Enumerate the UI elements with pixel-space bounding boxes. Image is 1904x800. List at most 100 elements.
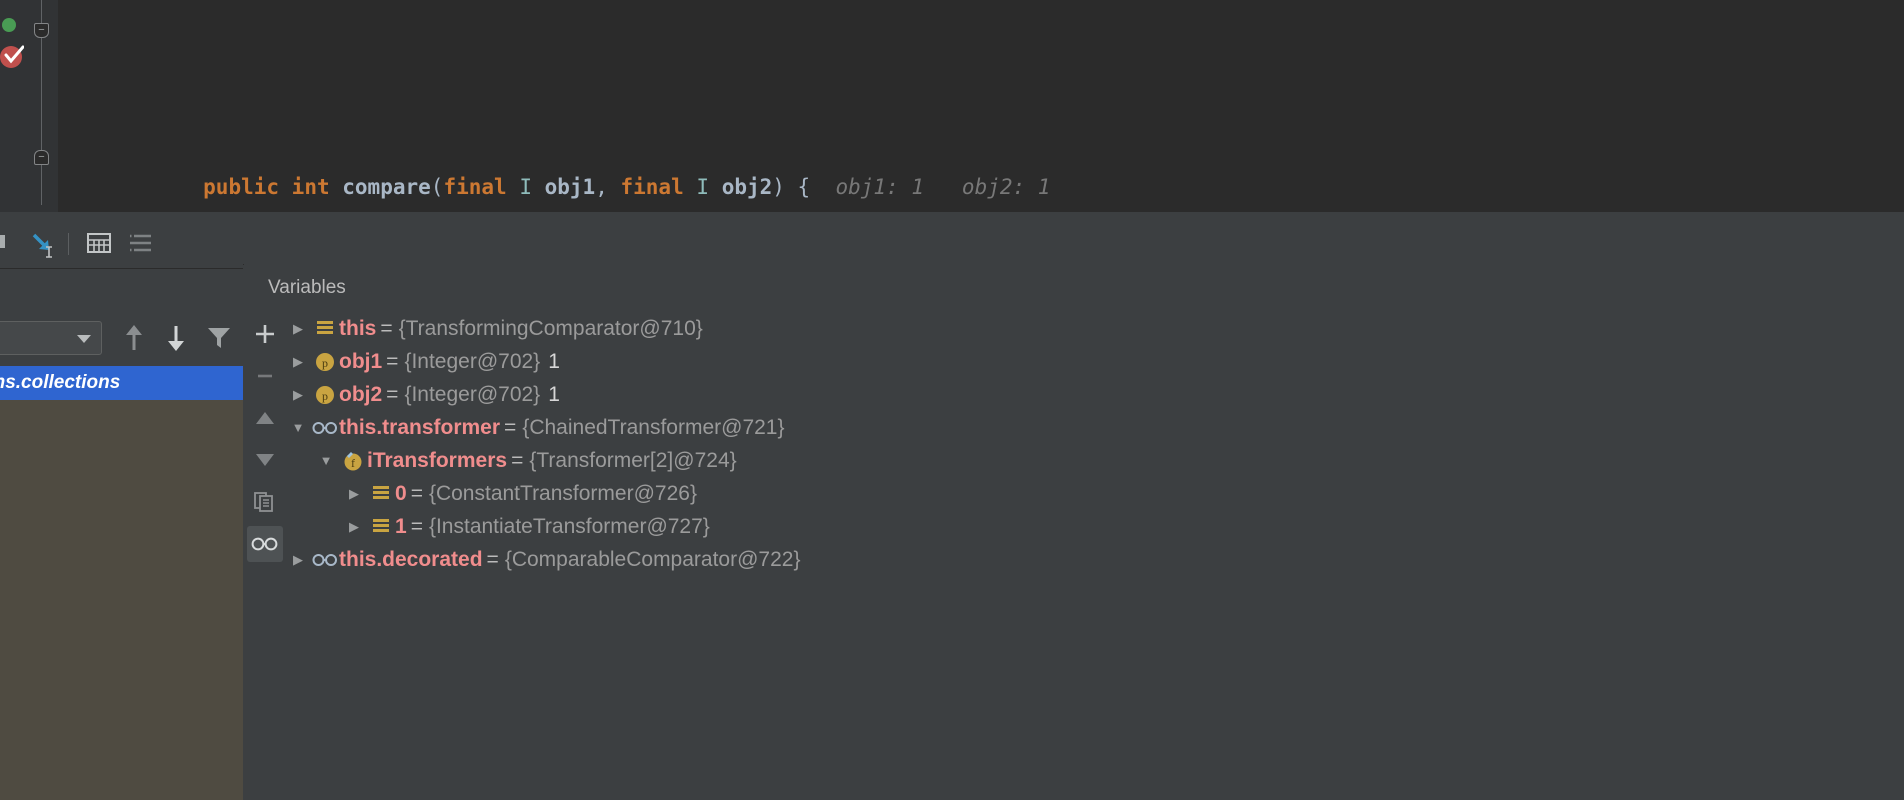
- field-icon: f: [339, 450, 367, 472]
- variable-name: this: [339, 317, 377, 340]
- chevron-down-icon: [77, 335, 91, 343]
- expand-twisty-icon[interactable]: ▶: [341, 477, 367, 510]
- variable-value: {TransformingComparator@710}: [398, 317, 703, 340]
- frames-up-button[interactable]: [118, 322, 150, 354]
- token-final-1: final: [443, 175, 507, 199]
- expand-twisty-icon[interactable]: ▶: [285, 345, 311, 378]
- token-final-2: final: [620, 175, 684, 199]
- collapse-twisty-icon[interactable]: ▼: [285, 411, 311, 444]
- copy-value-button[interactable]: [247, 484, 283, 520]
- token-obj2: obj2: [721, 175, 773, 199]
- variable-name: 1: [395, 515, 407, 538]
- editor-gutter[interactable]: − −: [0, 0, 58, 212]
- popup-row-1[interactable]: java.util): [0, 400, 243, 434]
- frames-panel[interactable]: che.commons.collections java.util) lect)…: [0, 268, 243, 800]
- variables-tab-label: Variables: [268, 277, 346, 298]
- step-into-icon[interactable]: [0, 227, 20, 261]
- popup-row-2[interactable]: [0, 434, 243, 468]
- expand-twisty-icon[interactable]: ▶: [285, 543, 311, 576]
- variable-name: this.decorated: [339, 548, 483, 571]
- sort-lines-icon[interactable]: [123, 227, 157, 261]
- table-row[interactable]: ▼ this.transformer = {ChainedTransformer…: [285, 411, 1904, 444]
- variable-name: iTransformers: [367, 449, 508, 472]
- collapse-twisty-icon[interactable]: ▼: [313, 444, 339, 477]
- equals-sign: =: [486, 548, 499, 571]
- expand-twisty-icon[interactable]: ▶: [285, 312, 311, 345]
- variable-value: {Transformer[2]@724}: [529, 449, 737, 472]
- popup-row-6[interactable]: ect): [0, 570, 243, 604]
- variable-value: {Integer@702}: [404, 383, 541, 406]
- add-watch-button[interactable]: [247, 316, 283, 352]
- move-watch-down-button[interactable]: [247, 442, 283, 478]
- equals-sign: =: [380, 317, 393, 340]
- move-watch-up-button[interactable]: [247, 400, 283, 436]
- popup-row-7[interactable]: .reflect): [0, 604, 243, 638]
- vcs-modified-icon[interactable]: [2, 18, 16, 32]
- remove-watch-button[interactable]: [247, 358, 283, 394]
- token-int: int: [291, 175, 330, 199]
- token-compare: compare: [342, 175, 431, 199]
- variable-value: {Integer@702}: [404, 350, 541, 373]
- table-row[interactable]: ▶ 0 = {ConstantTransformer@726}: [285, 477, 1904, 510]
- variable-name: obj1: [339, 350, 383, 373]
- equals-sign: =: [410, 482, 423, 505]
- parameter-icon: p: [311, 351, 339, 373]
- variable-extra: 1: [548, 383, 560, 406]
- equals-sign: =: [511, 449, 524, 472]
- table-row[interactable]: ▶ this = {TransformingComparator@710}: [285, 312, 1904, 345]
- variable-name: obj2: [339, 383, 383, 406]
- expand-twisty-icon[interactable]: ▶: [285, 378, 311, 411]
- debugger-toolbar[interactable]: [0, 221, 243, 267]
- idea-debugger-window: − − public int compare(final I obj1, fin…: [0, 0, 1904, 800]
- token-type-i-2: I: [696, 175, 710, 199]
- equals-sign: =: [410, 515, 423, 538]
- thread-selector-combo[interactable]: [0, 321, 102, 355]
- equals-sign: =: [386, 350, 399, 373]
- token-public: public: [203, 175, 280, 199]
- popup-row-selected[interactable]: che.commons.collections: [0, 366, 243, 400]
- array-element-icon: [367, 517, 395, 537]
- popup-row-3[interactable]: [0, 468, 243, 502]
- frames-down-button[interactable]: [160, 322, 192, 354]
- table-view-icon[interactable]: [83, 227, 117, 261]
- table-row[interactable]: ▼ f iTransformers = {Transformer[2]@724}: [285, 444, 1904, 477]
- code-lines[interactable]: public int compare(final I obj1, final I…: [58, 0, 1904, 212]
- token-type-i-1: I: [519, 175, 532, 199]
- variable-extra: 1: [548, 350, 560, 373]
- watches-toggle-button[interactable]: [247, 526, 283, 562]
- popup-row-4[interactable]: [0, 502, 243, 536]
- panel-divider-band: [0, 212, 1904, 265]
- svg-text:f: f: [351, 456, 355, 470]
- expand-twisty-icon[interactable]: ▶: [341, 510, 367, 543]
- toolbar-separator: [68, 233, 69, 255]
- frames-filter-button[interactable]: [203, 322, 235, 354]
- vcs-check-icon: [4, 45, 24, 64]
- code-editor[interactable]: − − public int compare(final I obj1, fin…: [0, 0, 1904, 212]
- variable-value: {InstantiateTransformer@727}: [428, 515, 710, 538]
- force-step-into-icon[interactable]: [26, 227, 60, 261]
- table-row[interactable]: ▶ this.decorated = {ComparableComparator…: [285, 543, 1904, 576]
- variables-tree[interactable]: ▶ this = {TransformingComparator@710} ▶ …: [285, 312, 1904, 800]
- svg-text:p: p: [322, 389, 328, 403]
- table-row[interactable]: ▶ p obj2 = {Integer@702} 1: [285, 378, 1904, 411]
- popup-row-5[interactable]: lect): [0, 536, 243, 570]
- equals-sign: =: [386, 383, 399, 406]
- fold-collapse-top-icon[interactable]: −: [34, 23, 49, 38]
- variables-tab-header[interactable]: Variables: [244, 264, 1904, 313]
- parameter-icon: p: [311, 384, 339, 406]
- variable-name: 0: [395, 482, 407, 505]
- object-field-icon: [311, 319, 339, 339]
- fold-collapse-bottom-icon[interactable]: −: [34, 150, 49, 165]
- array-element-icon: [367, 484, 395, 504]
- variable-name: this.transformer: [339, 416, 501, 439]
- variable-value: {ComparableComparator@722}: [504, 548, 801, 571]
- variables-sidebar-toolbar[interactable]: [244, 312, 285, 800]
- table-row[interactable]: ▶ 1 = {InstantiateTransformer@727}: [285, 510, 1904, 543]
- table-row[interactable]: ▶ p obj1 = {Integer@702} 1: [285, 345, 1904, 378]
- code-line-signature[interactable]: public int compare(final I obj1, final I…: [58, 136, 1904, 199]
- popup-row-label-0: che.commons.collections: [0, 372, 121, 393]
- watch-glasses-icon: [311, 553, 339, 567]
- inline-hint-signature: obj1: 1 obj2: 1: [810, 175, 1051, 199]
- variable-value: {ChainedTransformer@721}: [522, 416, 785, 439]
- completion-popup[interactable]: che.commons.collections java.util) lect)…: [0, 366, 243, 800]
